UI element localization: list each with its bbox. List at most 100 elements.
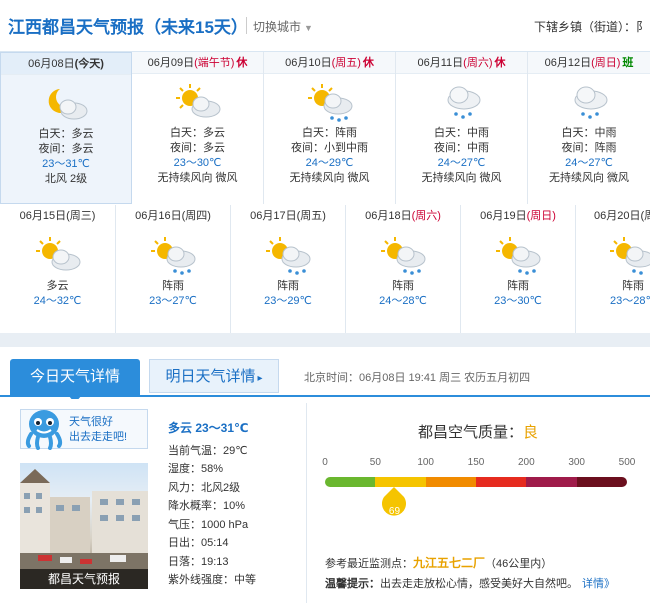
today-detail: 天气很好 出去走走吧! 都昌天气预报 多云 23～31℃ 当前气温：29℃ 湿度	[0, 399, 650, 609]
forecast-day[interactable]: 06月10日(周五) 休 白天：阵雨 夜间：小到中雨 24～29℃ 无持续风向 微…	[264, 52, 396, 204]
more-link[interactable]: 详情》	[582, 578, 615, 590]
wind: 无持续风向 微风	[157, 172, 238, 184]
aqi-color-segment	[375, 477, 426, 487]
day-weather: 白天：中雨	[434, 127, 489, 139]
temperature-range: 23～27℃	[149, 295, 197, 307]
wind: 无持续风向 微风	[548, 172, 630, 184]
forecast-row-1: 06月08日(今天) 白天：多云 夜间：多云 23～31℃ 北风 2级 06月0…	[0, 52, 650, 204]
day-weather: 白天：多云	[38, 128, 94, 140]
temperature-range: 24～27℃	[565, 157, 613, 169]
divider	[246, 17, 247, 34]
aqi-scale: 0 50 100 150 200 300 500	[322, 457, 635, 477]
forecast-day[interactable]: 06月19日(周日) 阵雨 23～30℃	[461, 205, 576, 333]
condition: 多云	[46, 280, 69, 292]
aqi-tick-label: 300	[568, 457, 585, 468]
rain-cloud-icon	[574, 86, 608, 119]
condition: 阵雨	[277, 280, 299, 292]
header: 江西都昌天气预报（未来15天） 切换城市 ▼ 下辖乡镇（街道）：阝	[0, 0, 650, 52]
tab-tomorrow-detail[interactable]: 明日天气详情 ▸	[149, 359, 279, 393]
forecast-day-today[interactable]: 06月08日(今天) 白天：多云 夜间：多云 23～31℃ 北风 2级	[0, 52, 132, 204]
uv-index: 紫外线强度：中等	[168, 574, 256, 586]
sun-shower-icon	[610, 237, 650, 275]
wind: 无持续风向 微风	[421, 172, 502, 184]
sunset: 日落：19:13	[168, 555, 229, 568]
temperature-range: 23～30℃	[173, 157, 222, 169]
forecast-day[interactable]: 06月20日(周 阵雨 23～28℃	[576, 205, 650, 333]
forecast-day[interactable]: 06月15日(周三) 多云 24～32℃	[0, 205, 116, 333]
forecast-day[interactable]: 06月09日(端午节) 休 白天：多云 夜间：多云 23～30℃ 无持续风向 微风	[132, 52, 264, 204]
condition: 阵雨	[392, 280, 414, 292]
temperature-range: 24～28℃	[379, 295, 427, 307]
temperature-range: 24～27℃	[437, 157, 486, 169]
night-weather: 夜间：小到中雨	[291, 142, 368, 154]
condition: 阵雨	[507, 280, 529, 292]
condition: 阵雨	[162, 280, 184, 292]
humidity: 湿度：58%	[168, 463, 224, 475]
aqi-color-bar	[325, 477, 627, 487]
aqi-color-segment	[576, 477, 627, 487]
octopus-mascot-icon	[25, 410, 63, 450]
sun-shower-icon	[496, 237, 541, 275]
section-divider	[0, 333, 650, 347]
chevron-down-icon: ▼	[304, 23, 313, 33]
sun-shower-icon	[381, 237, 426, 275]
detail-tabs: 今日天气详情 明日天气详情 ▸ 北京时间：06月08日 19:41 周三 农历五月…	[0, 347, 650, 403]
forecast-day[interactable]: 06月18日(周六) 阵雨 24～28℃	[346, 205, 461, 333]
temperature-range: 24～32℃	[33, 295, 82, 307]
forecast-day[interactable]: 06月16日(周四) 阵雨 23～27℃	[116, 205, 231, 333]
date-bar: 06月08日(今天)	[1, 53, 131, 75]
sun-shower-icon	[151, 237, 196, 275]
current-temp: 当前气温：29℃	[168, 444, 248, 457]
switch-city-button[interactable]: 切换城市 ▼	[253, 18, 313, 35]
wind: 北风 2级	[44, 173, 88, 185]
night-weather: 夜间：中雨	[434, 142, 489, 154]
night-weather: 夜间：阵雨	[561, 142, 617, 154]
city-photo[interactable]: 都昌天气预报	[20, 463, 148, 589]
partly-cloudy-night-icon	[48, 89, 88, 120]
day-weather: 白天：中雨	[561, 127, 617, 139]
forecast-row-2: 06月15日(周三) 多云 24～32℃ 06月16日(周四) 阵雨 23～27…	[0, 205, 650, 333]
monitor-station: 参考最近监测点：九江五七二厂（46公里内）	[325, 556, 553, 570]
day-weather: 白天：多云	[170, 127, 225, 139]
pressure: 气压：1000 hPa	[168, 518, 249, 531]
air-quality-level: 良	[523, 424, 539, 441]
air-quality-title: 都昌空气质量：良	[418, 424, 539, 441]
temperature-range: 23～28℃	[610, 295, 650, 307]
forecast-day[interactable]: 06月11日(周六) 休 白天：中雨 夜间：中雨 24～27℃ 无持续风向 微风	[396, 52, 528, 204]
station-name[interactable]: 九江五七二厂	[413, 556, 485, 570]
weather-detail-list: 多云 23～31℃ 当前气温：29℃ 湿度：58% 风力：北风2级 降水概率：1…	[168, 419, 256, 590]
aqi-tick-label: 100	[417, 457, 434, 468]
forecast-day[interactable]: 06月17日(周五) 阵雨 23～29℃	[231, 205, 346, 333]
mascot-line-1: 天气很好	[69, 416, 113, 428]
photo-caption: 都昌天气预报	[20, 569, 148, 589]
aqi-tick-label: 150	[467, 457, 485, 468]
detail-headline: 多云 23～31℃	[168, 421, 249, 435]
date-bar: 06月12日(周日) 班	[528, 52, 650, 74]
tab-today-detail[interactable]: 今日天气详情	[10, 359, 140, 403]
weather-tip-box: 天气很好 出去走走吧!	[20, 409, 148, 450]
divider	[306, 403, 307, 603]
date-bar: 06月10日(周五) 休	[264, 52, 395, 74]
mascot-line-2: 出去走走吧!	[69, 431, 128, 443]
condition: 阵雨	[622, 280, 644, 292]
aqi-color-segment	[325, 477, 376, 487]
switch-city-label: 切换城市	[253, 20, 302, 34]
page-title: 江西都昌天气预报（未来15天）	[8, 18, 248, 37]
wind-force: 风力：北风2级	[168, 481, 241, 494]
precip-probability: 降水概率：10%	[168, 500, 246, 512]
temperature-range: 23～30℃	[494, 295, 542, 307]
aqi-color-segment	[526, 477, 577, 487]
sun-shower-icon	[307, 84, 352, 122]
aqi-tick-label: 50	[369, 457, 381, 468]
wind: 无持续风向 微风	[289, 172, 370, 184]
aqi-tick-label: 500	[618, 457, 636, 468]
rain-cloud-icon	[447, 86, 480, 119]
aqi-color-segment	[475, 477, 527, 487]
aqi-tick-label: 0	[322, 457, 328, 468]
aqi-value: 69	[388, 506, 401, 517]
sub-town-selector[interactable]: 下辖乡镇（街道）：阝	[534, 18, 648, 35]
beijing-time: 北京时间：06月08日 19:41 周三 农历五月初四	[304, 372, 531, 384]
forecast-day[interactable]: 06月12日(周日) 班 白天：中雨 夜间：阵雨 24～27℃ 无持续风向 微风	[528, 52, 650, 204]
sun-shower-icon	[266, 237, 311, 275]
night-weather: 夜间：多云	[170, 142, 225, 154]
